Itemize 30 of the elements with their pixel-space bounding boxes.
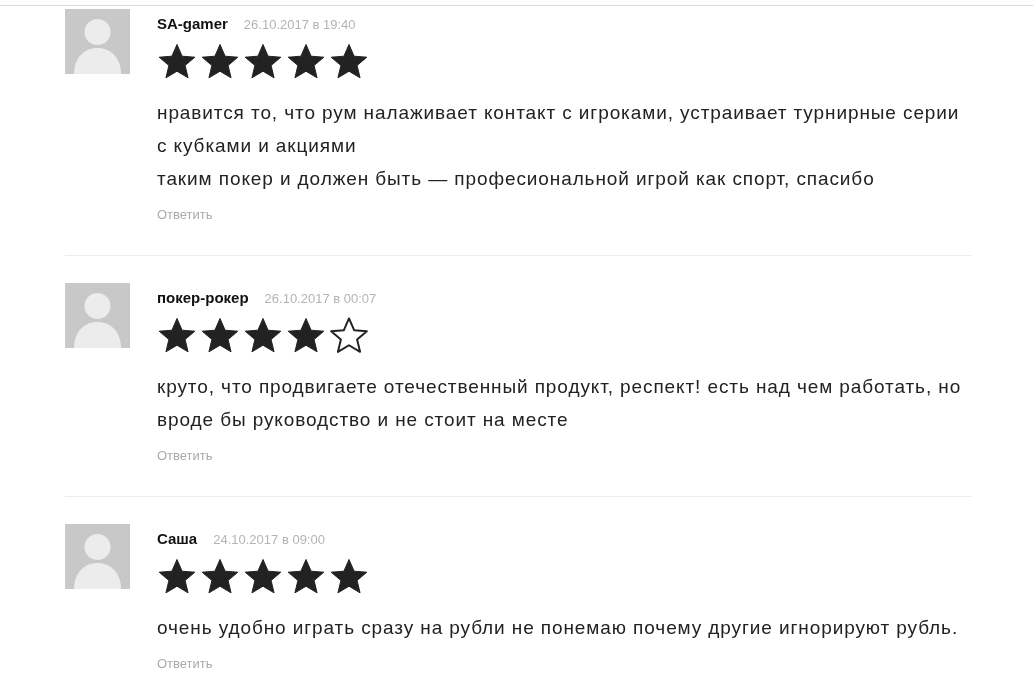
comment-date: 24.10.2017 в 09:00: [213, 532, 325, 547]
star-icon: [200, 557, 240, 595]
star-icon: [286, 557, 326, 595]
star-icon: [157, 557, 197, 595]
avatar-icon: [65, 9, 130, 74]
comment-date: 26.10.2017 в 19:40: [243, 17, 356, 32]
star-icon: [157, 42, 197, 80]
star-icon: [200, 316, 240, 354]
author-name: Саша: [157, 530, 198, 547]
star-icon: [329, 316, 369, 354]
comment-text: таким покер и должен быть — професиональной игрой как спорт, спасибо: [157, 167, 876, 191]
author-name: покер-рокер: [157, 289, 249, 306]
reply-link[interactable]: Ответить: [157, 448, 213, 463]
star-icon: [329, 557, 369, 595]
star-icon: [157, 316, 197, 354]
avatar-icon: [65, 283, 130, 348]
reply-link[interactable]: Ответить: [157, 207, 213, 222]
comment-date: 26.10.2017 в 00:07: [264, 291, 377, 306]
star-icon: [243, 557, 283, 595]
star-icon: [200, 42, 240, 80]
star-icon: [243, 316, 283, 354]
star-icon: [286, 316, 326, 354]
author-name: SA-gamer: [157, 15, 228, 32]
reply-link[interactable]: Ответить: [157, 656, 213, 671]
avatar-icon: [65, 524, 130, 589]
star-icon: [329, 42, 369, 80]
comment-text: круто, что продвигаете отечественный продукт, респект! есть над чем работать, но вроде бы руководство и не стоит на месте: [157, 375, 963, 432]
star-icon: [286, 42, 326, 80]
star-icon: [243, 42, 283, 80]
comment-text: очень удобно играть сразу на рубли не понемаю почему другие игнорируют рубль.: [157, 616, 960, 640]
